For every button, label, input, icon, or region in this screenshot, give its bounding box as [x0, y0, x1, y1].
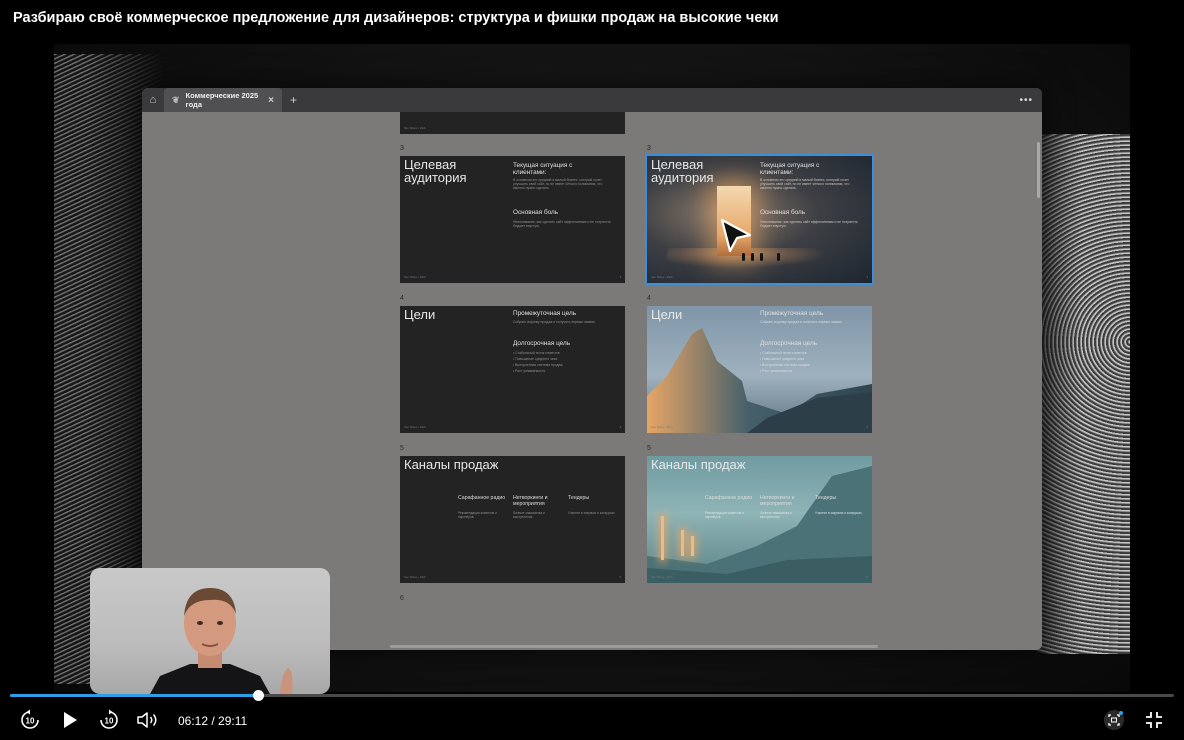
tab-bar: ⌂ ❦ Коммерческие 2025 года × + •••: [142, 88, 1042, 112]
slide-column-body: Рекомендации клиентов и партнёров.: [705, 511, 744, 519]
slide-column-body: Рекомендации клиентов и партнёров.: [458, 511, 497, 519]
slide-subtitle: Текущая ситуация с клиентами:: [513, 162, 573, 176]
slide-column-title: Тендеры: [815, 495, 837, 501]
player-controls: 10 10 06:12 / 29:11: [0, 704, 1184, 740]
slide-footer: Sev Shkov • Web 5: [404, 575, 621, 579]
slide-title: Цели: [404, 307, 436, 322]
slide-image-figure: [777, 253, 780, 261]
slide-bullet: • Повышение среднего чека: [760, 357, 805, 361]
presenter-image: [150, 588, 293, 694]
slide-subtitle: Промежуточная цель: [513, 310, 577, 317]
slide-body: В основном это средний и малый бизнес, к…: [760, 178, 850, 191]
slide-image-light: [661, 516, 664, 560]
slide-subtitle: Долгосрочная цель: [513, 340, 571, 347]
home-icon[interactable]: ⌂: [142, 88, 164, 112]
webcam-overlay: [90, 568, 330, 694]
slide-subtitle: Промежуточная цель: [760, 310, 824, 317]
slide-column-body: Личные знакомства и выступления.: [760, 511, 792, 519]
slide-number: 4: [400, 295, 404, 302]
slide-number: 3: [647, 145, 651, 152]
slide-column-title: Тендеры: [568, 495, 590, 501]
volume-icon[interactable]: [133, 704, 163, 736]
slide-bullet: • Рост узнаваемости: [513, 369, 546, 373]
slide-bullet: • Рост узнаваемости: [760, 369, 793, 373]
slide-body: Непонимание, как сделать сайт эффективны…: [760, 220, 858, 229]
slide-footer: Sev Shkov • Web 4: [404, 425, 621, 429]
tab-commercial-2025[interactable]: ❦ Коммерческие 2025 года ×: [164, 88, 282, 112]
tab-title: Коммерческие 2025 года: [185, 91, 259, 109]
slide-title: Каналы продаж: [651, 457, 746, 472]
slide-column-title: Нетворкинги и мероприятия: [760, 495, 795, 507]
vertical-scrollbar[interactable]: [1037, 142, 1040, 198]
forward-10-icon[interactable]: 10: [95, 704, 123, 736]
slide-thumbnail[interactable]: Цели Промежуточная цель Собрать воронку …: [647, 306, 872, 433]
slide-thumbnail[interactable]: Каналы продаж Сарафанное радио Рекоменда…: [400, 456, 625, 583]
slide-title: Целевая аудитория: [404, 157, 467, 185]
mouse-cursor-icon: [720, 218, 752, 253]
slide-image-light: [681, 530, 684, 556]
slide-footer: Sev Shkov • Web 4: [651, 425, 868, 429]
document-icon: ❦: [172, 94, 180, 105]
horizontal-scrollbar[interactable]: [390, 645, 878, 648]
slide-body: Непонимание, как сделать сайт эффективны…: [513, 220, 611, 229]
replay-10-icon[interactable]: 10: [16, 704, 44, 736]
slide-thumbnail[interactable]: Целевая аудитория Текущая ситуация с кли…: [400, 156, 625, 283]
slide-image-light: [691, 536, 694, 556]
slide-footer: Sev Shkov • Web: [404, 126, 426, 130]
slide-subtitle: Основная боль: [760, 209, 806, 216]
play-icon[interactable]: [56, 704, 84, 736]
more-icon[interactable]: •••: [1019, 95, 1033, 106]
slide-thumbnail-selected[interactable]: Целевая аудитория Текущая ситуация с кли…: [645, 154, 874, 285]
time-display: 06:12 / 29:11: [178, 714, 248, 728]
slide-title: Цели: [651, 307, 683, 322]
slide-bullet: • Стабильный поток клиентов: [760, 351, 807, 355]
video-title: Разбираю своё коммерческое предложение д…: [13, 10, 779, 26]
slide-column-body: Личные знакомства и выступления.: [513, 511, 545, 519]
slide-number: 3: [400, 145, 404, 152]
slide-bullet: • Повышение среднего чека: [513, 357, 558, 361]
presentation-app-window: ⌂ ❦ Коммерческие 2025 года × + ••• Sev S…: [142, 88, 1042, 650]
slide-body: Собрать воронку продаж и получить первые…: [513, 320, 596, 324]
slide-thumbnail[interactable]: Каналы продаж Сарафанное радио Рекоменда…: [647, 456, 872, 583]
slide-subtitle: Основная боль: [513, 209, 559, 216]
slide-number: 5: [400, 445, 404, 452]
slide-number: 6: [400, 595, 404, 602]
slide-column-body: Участие в закупках и конкурсах.: [568, 511, 616, 515]
slide-footer: Sev Shkov • Web 3: [651, 275, 868, 279]
slide-bullet: • Выстроенная система продаж: [760, 363, 810, 367]
progress-knob[interactable]: [252, 690, 264, 701]
slide-bullet: • Стабильный поток клиентов: [513, 351, 560, 355]
slide-column-body: Участие в закупках и конкурсах.: [815, 511, 863, 515]
slide-footer: Sev Shkov • Web 3: [404, 275, 621, 279]
slide-image-figure: [742, 253, 745, 261]
slide-subtitle: Текущая ситуация с клиентами:: [760, 162, 820, 176]
svg-text:10: 10: [26, 717, 35, 726]
slide-footer: Sev Shkov • Web 5: [651, 575, 868, 579]
slide-column-title: Нетворкинги и мероприятия: [513, 495, 548, 507]
svg-text:10: 10: [105, 717, 114, 726]
slide-image-figure: [760, 253, 763, 261]
exit-fullscreen-icon[interactable]: [1140, 704, 1168, 736]
slide-image-landscape: [647, 466, 872, 583]
slide-thumbnail-prev[interactable]: Sev Shkov • Web: [400, 112, 625, 134]
slide-image-figure: [751, 253, 754, 261]
add-tab-icon[interactable]: +: [290, 93, 297, 107]
current-time: 06:12: [178, 714, 209, 728]
screenshot-icon[interactable]: [1100, 704, 1128, 736]
close-icon[interactable]: ×: [268, 95, 274, 106]
progress-fill: [10, 694, 258, 697]
slide-subtitle: Долгосрочная цель: [760, 340, 818, 347]
slide-column-title: Сарафанное радио: [458, 495, 506, 501]
slide-number: 4: [647, 295, 651, 302]
progress-bar[interactable]: [10, 690, 1174, 701]
slide-thumbnail[interactable]: Цели Промежуточная цель Собрать воронку …: [400, 306, 625, 433]
slide-bullet: • Выстроенная система продаж: [513, 363, 563, 367]
slide-body: В основном это средний и малый бизнес, к…: [513, 178, 603, 191]
slide-title: Каналы продаж: [404, 457, 499, 472]
slide-title: Целевая аудитория: [651, 157, 714, 185]
slide-body: Собрать воронку продаж и получить первые…: [760, 320, 843, 324]
slide-number: 5: [647, 445, 651, 452]
slide-column-title: Сарафанное радио: [705, 495, 753, 501]
duration: 29:11: [218, 714, 248, 728]
